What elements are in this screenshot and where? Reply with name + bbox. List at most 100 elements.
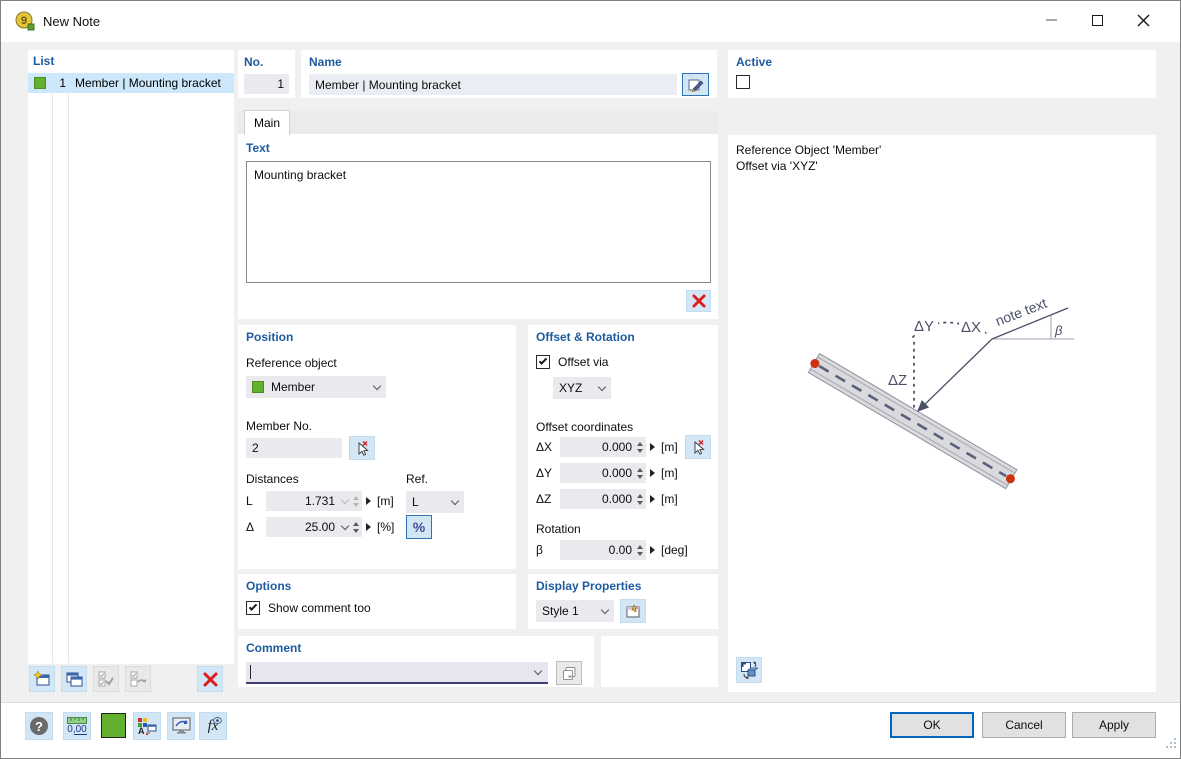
chevron-down-icon: [373, 381, 381, 389]
percent-toggle-button[interactable]: %: [406, 515, 432, 539]
resize-grip[interactable]: [1164, 736, 1176, 754]
distance-delta-row: Δ 25.00 [%]: [246, 517, 394, 537]
list-item-number: 1: [52, 76, 66, 90]
offset-via-label: Offset via: [558, 355, 608, 369]
list-column-divider: [52, 73, 53, 663]
comment-combobox[interactable]: [246, 662, 548, 684]
style-dropdown[interactable]: Style 1: [536, 600, 614, 622]
member-no-input[interactable]: 2: [246, 438, 342, 458]
spinner-icon[interactable]: [637, 545, 643, 556]
offset-dz-input[interactable]: 0.000: [560, 489, 646, 509]
position-title: Position: [246, 330, 293, 344]
distance-l-input[interactable]: 1.731: [266, 491, 362, 511]
close-icon: [1137, 14, 1150, 27]
distances-label: Distances: [246, 472, 299, 486]
member-color-icon: [252, 381, 264, 393]
close-button[interactable]: [1125, 5, 1161, 35]
minimize-icon: [1046, 19, 1057, 21]
maximize-button[interactable]: [1079, 5, 1115, 35]
eye-icon: [213, 717, 222, 724]
offset-dx-input[interactable]: 0.000: [560, 437, 646, 457]
name-input[interactable]: Member | Mounting bracket: [309, 74, 677, 95]
spinner-icon[interactable]: [353, 496, 359, 507]
detail-arrow-icon[interactable]: [650, 495, 655, 503]
new-note-button[interactable]: [29, 666, 55, 692]
invert-selection-button[interactable]: [125, 666, 151, 692]
cancel-button[interactable]: Cancel: [982, 712, 1066, 738]
color-swatch-button[interactable]: [101, 713, 126, 738]
clear-text-button[interactable]: [686, 290, 711, 312]
pick-member-button[interactable]: [349, 436, 375, 460]
beta-label: β: [536, 543, 560, 557]
offset-dx-value: 0.000: [602, 440, 632, 454]
show-comment-checkbox[interactable]: [246, 601, 260, 615]
copy-window-icon: [65, 670, 83, 688]
detail-arrow-icon[interactable]: [650, 443, 655, 451]
help-button[interactable]: ?: [25, 712, 53, 740]
detail-arrow-icon[interactable]: [650, 546, 655, 554]
offset-via-checkbox[interactable]: [536, 355, 550, 369]
maximize-icon: [1092, 15, 1103, 26]
rotation-label: Rotation: [536, 522, 581, 536]
tab-strip: [238, 111, 718, 134]
screen-settings-button[interactable]: [167, 712, 195, 740]
distance-delta-input[interactable]: 25.00: [266, 517, 362, 537]
detail-arrow-icon[interactable]: [650, 469, 655, 477]
tab-main[interactable]: Main: [244, 110, 290, 135]
display-options-button[interactable]: A: [133, 712, 161, 740]
note-text-area[interactable]: Mounting bracket: [246, 161, 711, 283]
offset-via-row: Offset via: [536, 355, 608, 369]
name-label: Name: [309, 55, 342, 69]
no-label: No.: [244, 55, 263, 69]
formula-button[interactable]: fx: [199, 712, 227, 740]
options-title: Options: [246, 579, 291, 593]
spinner-icon[interactable]: [637, 468, 643, 479]
distance-l-value: 1.731: [305, 494, 335, 508]
note-offset-diagram: ΔY ΔX ΔZ note text β: [728, 135, 1156, 692]
ref-dropdown[interactable]: L: [406, 491, 464, 513]
name-group: Name Member | Mounting bracket: [301, 50, 717, 98]
member-no-label: Member No.: [246, 419, 312, 433]
properties-hand-icon: [625, 603, 642, 619]
offset-dz-unit: [m]: [661, 492, 678, 506]
reference-object-dropdown[interactable]: Member: [246, 376, 386, 398]
offset-coordinates-label: Offset coordinates: [536, 420, 633, 434]
apply-button[interactable]: Apply: [1072, 712, 1156, 738]
offset-dx-unit: [m]: [661, 440, 678, 454]
offset-dz-label: ΔZ: [536, 492, 560, 506]
offset-dy-input[interactable]: 0.000: [560, 463, 646, 483]
ok-button[interactable]: OK: [890, 712, 974, 738]
no-field: 1: [244, 74, 289, 94]
display-properties-group: Display Properties Style 1: [528, 574, 718, 629]
note-color-icon: [34, 77, 46, 89]
edit-style-button[interactable]: [620, 599, 646, 623]
spinner-icon[interactable]: [353, 522, 359, 533]
copy-icon: [562, 666, 577, 681]
options-group: Options Show comment too: [238, 574, 516, 629]
detail-arrow-icon[interactable]: [366, 497, 371, 505]
copy-note-button[interactable]: [61, 666, 87, 692]
edit-name-button[interactable]: [682, 73, 709, 96]
units-button[interactable]: 0,00: [63, 712, 91, 740]
select-all-button[interactable]: [93, 666, 119, 692]
detail-arrow-icon[interactable]: [366, 523, 371, 531]
minimize-button[interactable]: [1033, 5, 1069, 35]
svg-text:9: 9: [21, 15, 27, 27]
comment-title: Comment: [246, 641, 301, 655]
pick-cursor-icon: [691, 439, 706, 455]
show-comment-label: Show comment too: [268, 601, 371, 615]
spinner-icon[interactable]: [637, 442, 643, 453]
beta-input[interactable]: 0.00: [560, 540, 646, 560]
chevron-down-icon: [451, 496, 459, 504]
diagram-dx-label: ΔX: [961, 319, 981, 336]
list-item[interactable]: 1 Member | Mounting bracket: [28, 73, 234, 93]
pick-offset-button[interactable]: [685, 435, 711, 459]
checkmark-icon: [249, 602, 257, 610]
active-checkbox[interactable]: [736, 75, 750, 89]
display-colors-icon: A: [137, 717, 157, 735]
offset-via-dropdown[interactable]: XYZ: [553, 377, 611, 399]
spinner-icon[interactable]: [637, 494, 643, 505]
copy-comment-button[interactable]: [556, 661, 582, 685]
rotate-view-button[interactable]: [736, 657, 762, 683]
delete-note-button[interactable]: [197, 666, 223, 692]
